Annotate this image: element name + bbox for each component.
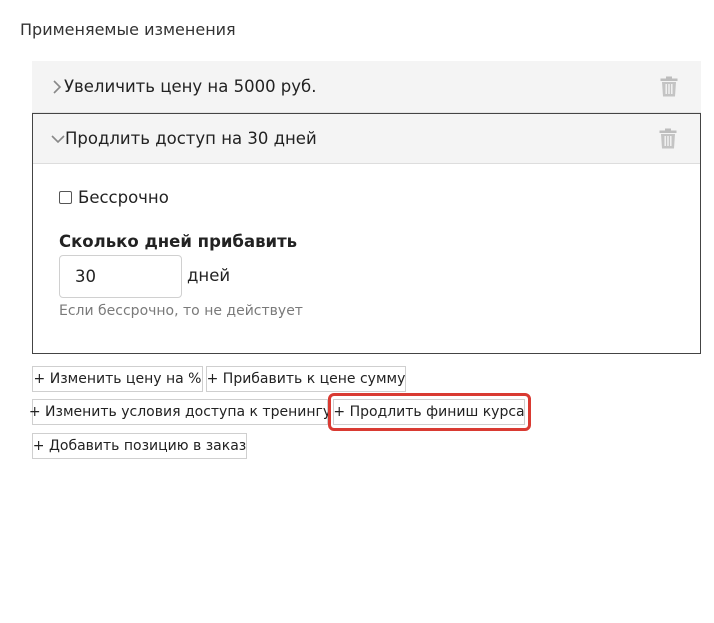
- days-field-label: Сколько дней прибавить: [59, 232, 298, 251]
- chevron-down-icon: [51, 132, 65, 146]
- days-hint: Если бессрочно, то не действует: [59, 303, 303, 319]
- unlimited-row: Бессрочно: [59, 188, 169, 207]
- add-order-item-button[interactable]: + Добавить позицию в заказ: [32, 433, 247, 459]
- add-change-access-button[interactable]: + Изменить условия доступа к тренингу: [29, 399, 331, 425]
- rule-panel-price-increase: Увеличить цену на 5000 руб.: [32, 61, 701, 113]
- add-price-sum-button[interactable]: + Прибавить к цене сумму: [206, 366, 406, 392]
- trash-icon[interactable]: [659, 76, 679, 98]
- trash-icon[interactable]: [658, 128, 678, 150]
- rule-body: Бессрочно Сколько дней прибавить 30 дней…: [33, 164, 700, 353]
- rule-header-extend-access[interactable]: Продлить доступ на 30 дней: [33, 114, 700, 164]
- section-title: Применяемые изменения: [20, 20, 236, 39]
- chevron-right-icon: [50, 79, 64, 94]
- highlight-box: [328, 393, 531, 431]
- rule-header-price-increase[interactable]: Увеличить цену на 5000 руб.: [32, 61, 701, 113]
- rule-title: Увеличить цену на 5000 руб.: [64, 77, 317, 96]
- unlimited-checkbox[interactable]: [59, 191, 72, 204]
- rule-panel-extend-access: Продлить доступ на 30 дней Бессрочно Ско…: [32, 113, 701, 354]
- days-input[interactable]: 30: [59, 255, 182, 298]
- days-unit: дней: [187, 266, 231, 285]
- rule-title: Продлить доступ на 30 дней: [65, 129, 317, 148]
- unlimited-label[interactable]: Бессрочно: [78, 188, 169, 207]
- add-change-price-percent-button[interactable]: + Изменить цену на %: [32, 366, 203, 392]
